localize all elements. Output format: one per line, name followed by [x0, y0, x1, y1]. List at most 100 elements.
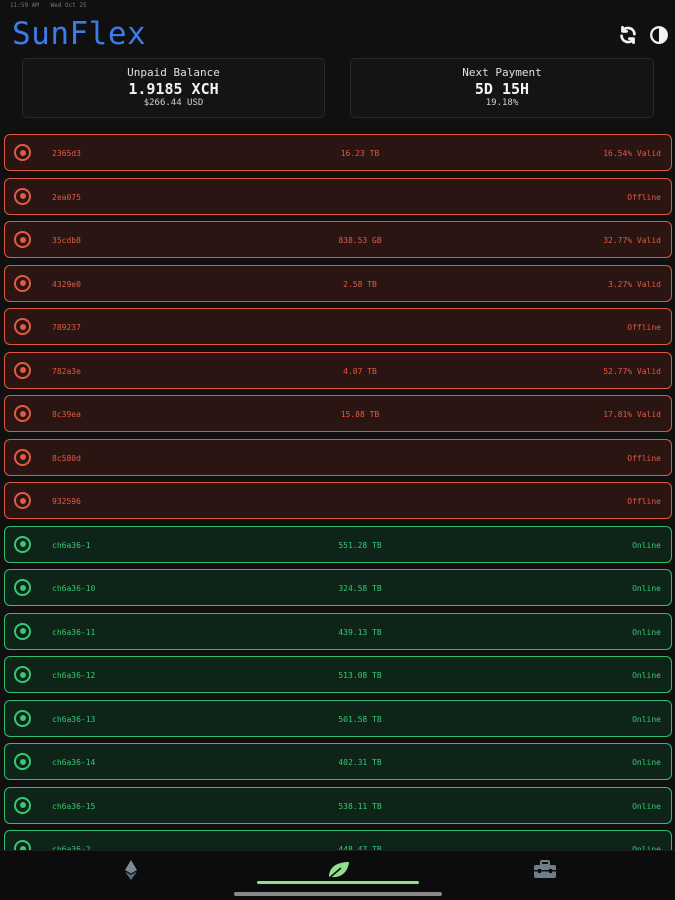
- plot-status: 16.54% Valid: [603, 149, 661, 158]
- plot-id: 789237: [52, 323, 81, 332]
- plot-id: ch6a36-12: [52, 671, 96, 680]
- status-dot-icon: [14, 709, 31, 727]
- leaf-icon: [326, 862, 349, 881]
- status-dot-icon: [14, 187, 31, 205]
- plot-size: 15.88 TB: [340, 410, 380, 419]
- plot-row[interactable]: 2365d3 16.23 TB 16.54% Valid: [4, 134, 672, 171]
- status-date: Wed Oct 25: [50, 2, 87, 9]
- plot-status: Online: [632, 714, 661, 724]
- status-bar: 11:59 AM Wed Oct 25: [0, 0, 675, 12]
- status-dot-icon: [14, 796, 31, 814]
- plot-id: ch6a36-11: [52, 627, 96, 637]
- tab-tools[interactable]: [530, 857, 560, 883]
- status-dot-icon: [14, 535, 31, 553]
- plot-status: 32.77% Valid: [603, 236, 661, 245]
- active-tab-indicator: [257, 881, 419, 884]
- status-dot-icon: [14, 622, 31, 640]
- plot-id: 8c39ea: [52, 410, 81, 419]
- plot-id: 782a3e: [52, 366, 81, 376]
- status-time: 11:59 AM: [10, 2, 39, 9]
- status-dot-icon: [14, 492, 31, 509]
- plot-status: Offline: [627, 453, 661, 463]
- status-dot-icon: [14, 318, 31, 335]
- plot-status: Online: [632, 801, 661, 811]
- unpaid-balance-value: 1.9185 XCH: [128, 80, 219, 98]
- plot-row[interactable]: ch6a36-15 538.11 TB Online: [4, 786, 672, 824]
- ethereum-icon: [125, 860, 137, 880]
- plot-row[interactable]: 2ea075 Offline: [4, 177, 672, 215]
- plot-row[interactable]: 8c580d Offline: [4, 438, 672, 476]
- plot-id: ch6a36-15: [52, 801, 96, 811]
- plot-id: 2ea075: [52, 192, 81, 202]
- plot-size: 513.08 TB: [338, 671, 382, 680]
- tab-bar: [0, 850, 675, 900]
- next-payment-value: 5D 15H: [474, 80, 530, 98]
- plot-row[interactable]: ch6a36-1 551.28 TB Online: [4, 525, 672, 563]
- plot-id: 932596: [52, 497, 81, 506]
- theme-toggle-button[interactable]: [648, 24, 670, 46]
- plot-row[interactable]: 789237 Offline: [4, 308, 672, 345]
- plot-row[interactable]: ch6a36-10 324.58 TB Online: [4, 569, 672, 606]
- plot-size: 402.31 TB: [338, 758, 382, 767]
- unpaid-balance-card: Unpaid Balance 1.9185 XCH $266.44 USD: [22, 58, 325, 118]
- plot-size: 538.11 TB: [338, 801, 382, 811]
- plot-row[interactable]: 8c39ea 15.88 TB 17.81% Valid: [4, 395, 672, 432]
- plot-size: 439.13 TB: [338, 627, 382, 637]
- plot-size: 551.28 TB: [338, 540, 382, 550]
- plot-status: Online: [632, 627, 661, 637]
- plot-status: Online: [632, 758, 661, 767]
- plot-size: 4.07 TB: [343, 366, 377, 376]
- next-payment-label: Next Payment: [462, 66, 542, 79]
- next-payment-card: Next Payment 5D 15H 19.18%: [350, 58, 654, 118]
- plot-status: Online: [632, 671, 661, 680]
- plot-id: ch6a36-10: [52, 584, 96, 593]
- status-dot-icon: [14, 405, 31, 422]
- tab-ethereum[interactable]: [116, 857, 146, 883]
- refresh-button[interactable]: [617, 24, 639, 46]
- header: SunFlex: [0, 14, 675, 58]
- status-dot-icon: [14, 361, 31, 379]
- unpaid-balance-label: Unpaid Balance: [127, 66, 220, 79]
- app-title: SunFlex: [12, 16, 147, 52]
- plot-size: 324.58 TB: [338, 584, 382, 593]
- plot-size: 16.23 TB: [340, 149, 380, 158]
- plot-row[interactable]: ch6a36-13 501.58 TB Online: [4, 699, 672, 737]
- plot-id: ch6a36-13: [52, 714, 96, 724]
- home-indicator: [234, 892, 442, 896]
- plot-row[interactable]: 4329e0 2.58 TB 3.27% Valid: [4, 264, 672, 302]
- plot-row[interactable]: 932596 Offline: [4, 482, 672, 519]
- status-dot-icon: [14, 448, 31, 466]
- tab-farm[interactable]: [323, 857, 353, 883]
- plot-id: ch6a36-1: [52, 540, 91, 550]
- status-dot-icon: [14, 579, 31, 596]
- plot-size: 2.58 TB: [343, 279, 377, 289]
- status-dot-icon: [14, 231, 31, 248]
- plot-row[interactable]: ch6a36-12 513.08 TB Online: [4, 656, 672, 693]
- plot-id: 4329e0: [52, 279, 81, 289]
- status-dot-icon: [14, 666, 31, 683]
- plot-id: ch6a36-14: [52, 758, 96, 767]
- plot-status: Online: [632, 540, 661, 550]
- next-payment-percent: 19.18%: [485, 98, 519, 108]
- plot-status: 3.27% Valid: [608, 279, 661, 289]
- plot-status: Offline: [627, 323, 661, 332]
- plot-status: 17.81% Valid: [603, 410, 661, 419]
- plot-status: 52.77% Valid: [603, 366, 661, 376]
- plot-row[interactable]: ch6a36-2 448.47 TB Online: [4, 830, 672, 850]
- unpaid-balance-usd: $266.44 USD: [143, 98, 204, 108]
- status-dot-icon: [14, 753, 31, 770]
- plot-id: 2365d3: [52, 149, 81, 158]
- plot-row[interactable]: 782a3e 4.07 TB 52.77% Valid: [4, 351, 672, 389]
- status-dot-icon: [14, 274, 31, 292]
- plot-id: 8c580d: [52, 453, 81, 463]
- status-dot-icon: [14, 144, 31, 161]
- plot-status: Offline: [627, 192, 661, 202]
- plot-id: 35cdb8: [52, 236, 81, 245]
- contrast-icon: [650, 26, 668, 44]
- plot-row[interactable]: ch6a36-14 402.31 TB Online: [4, 743, 672, 780]
- status-dot-icon: [14, 840, 31, 850]
- plot-list[interactable]: 2365d3 16.23 TB 16.54% Valid 2ea075 Offline 3…: [0, 130, 675, 850]
- plot-row[interactable]: ch6a36-11 439.13 TB Online: [4, 612, 672, 650]
- plot-status: Offline: [627, 497, 661, 506]
- plot-row[interactable]: 35cdb8 838.53 GB 32.77% Valid: [4, 221, 672, 258]
